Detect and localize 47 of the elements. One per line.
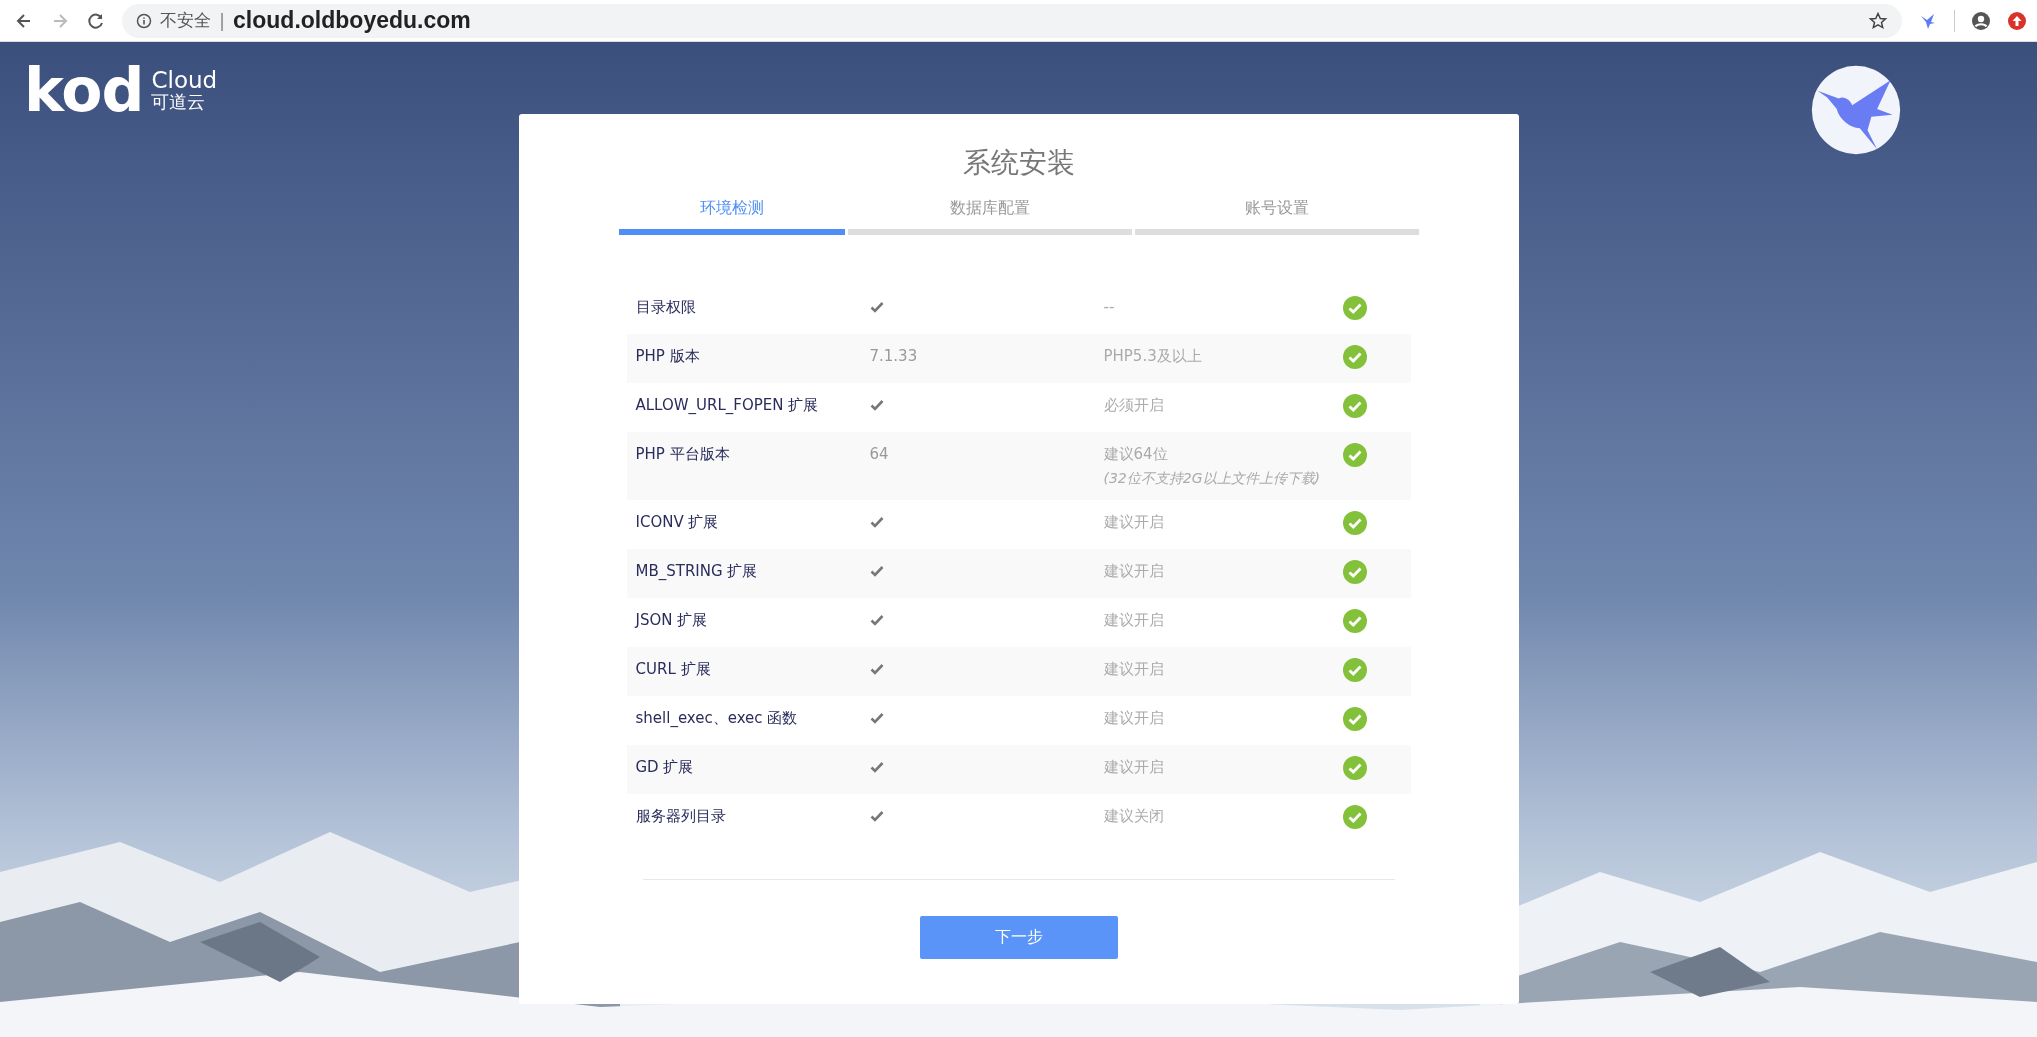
tick-icon [869, 301, 884, 313]
check-name: 目录权限 [635, 298, 697, 317]
requirement-text: 建议开启 [1103, 660, 1165, 679]
tick-icon [869, 761, 884, 773]
check-name: PHP 版本 [635, 347, 701, 366]
requirement-text: 建议开启 [1103, 513, 1165, 532]
update-icon[interactable] [2007, 10, 2027, 31]
address-bar[interactable]: 不安全 | cloud.oldboyedu.com [122, 3, 1902, 38]
security-label: 不安全 [160, 9, 211, 32]
bookmark-star-icon[interactable] [1868, 10, 1888, 31]
check-value: 7.1.33 [869, 347, 918, 365]
info-icon[interactable] [136, 12, 152, 29]
check-name: 服务器列目录 [635, 807, 727, 826]
requirement-text: 建议开启 [1103, 709, 1165, 728]
separator: | [219, 10, 226, 31]
requirement-text: 建议开启 [1103, 758, 1165, 777]
check-name: ALLOW_URL_FOPEN 扩展 [635, 396, 820, 415]
tick-icon [869, 516, 884, 528]
requirement-text: 建议开启 [1103, 562, 1165, 581]
check-name: CURL 扩展 [635, 660, 712, 679]
requirement-text: -- [1103, 298, 1116, 316]
card-title: 系统安装 [962, 145, 1075, 181]
requirement-note: (32位不支持2G以上文件上传下载) [1103, 470, 1321, 488]
tick-icon [869, 663, 884, 675]
profile-icon[interactable] [1971, 10, 1991, 31]
step-tab[interactable]: 账号设置 [1134, 198, 1419, 235]
tick-icon [869, 399, 884, 411]
tick-icon [869, 810, 884, 822]
check-name: PHP 平台版本 [635, 445, 731, 464]
tick-icon [869, 712, 884, 724]
requirement-text: PHP5.3及以上 [1103, 347, 1203, 366]
requirement-text: 建议开启 [1103, 611, 1165, 630]
requirement-text: 建议关闭 [1103, 807, 1165, 826]
url-text: cloud.oldboyedu.com [233, 7, 471, 34]
check-name: MB_STRING 扩展 [635, 562, 759, 581]
requirement-text: 建议64位 [1103, 445, 1169, 464]
next-button[interactable]: 下一步 [919, 916, 1118, 959]
step-tab[interactable]: 数据库配置 [848, 198, 1132, 235]
check-name: GD 扩展 [635, 758, 695, 777]
check-name: ICONV 扩展 [635, 513, 720, 532]
requirement-text: 必须开启 [1103, 396, 1165, 415]
check-name: shell_exec、exec 函数 [635, 709, 799, 728]
check-value: 64 [869, 445, 889, 463]
check-name: JSON 扩展 [635, 611, 709, 630]
tick-icon [869, 614, 884, 626]
step-tab[interactable]: 环境检测 [618, 198, 846, 235]
tick-icon [869, 565, 884, 577]
